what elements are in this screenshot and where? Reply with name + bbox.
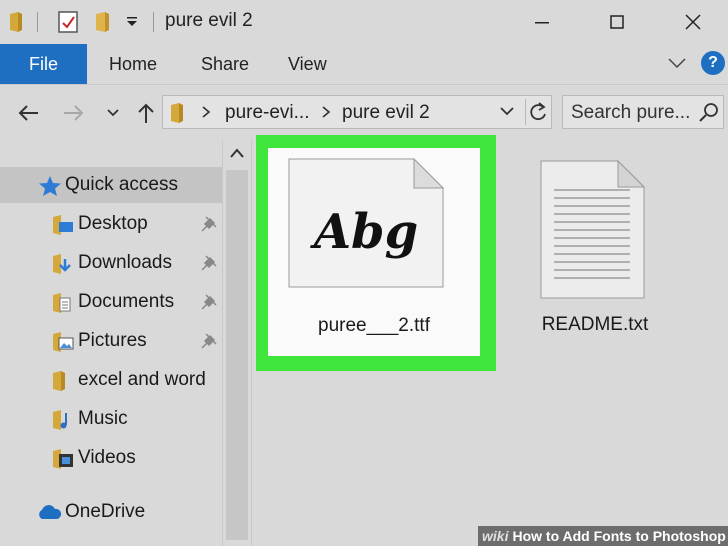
watermark-banner: wiki How to Add Fonts to Photoshop: [478, 526, 728, 546]
music-folder-icon: [51, 409, 73, 430]
navigation-pane: Quick access Desktop Downloads Documents: [0, 140, 222, 546]
breadcrumb-chevron-icon: [321, 105, 331, 124]
refresh-icon[interactable]: [525, 99, 550, 125]
sidebar-item-label: Downloads: [78, 252, 172, 273]
new-folder-icon[interactable]: [90, 9, 116, 35]
divider: [37, 12, 38, 32]
search-placeholder: Search pure...: [571, 102, 691, 123]
folder-icon: [169, 102, 185, 129]
breadcrumb-item[interactable]: pure evil 2: [342, 102, 430, 124]
search-icon[interactable]: [699, 102, 719, 127]
sidebar-item-label: Pictures: [78, 330, 147, 351]
videos-folder-icon: [51, 448, 73, 469]
tab-home[interactable]: Home: [109, 44, 157, 84]
sidebar-item-onedrive[interactable]: OneDrive: [0, 494, 222, 530]
tab-view[interactable]: View: [288, 44, 327, 84]
tab-share[interactable]: Share: [201, 44, 249, 84]
sidebar-item-label: Music: [78, 408, 128, 429]
sidebar-item-quick-access[interactable]: Quick access: [0, 167, 222, 203]
window-title: pure evil 2: [165, 10, 253, 31]
forward-arrow-icon[interactable]: [60, 99, 88, 127]
maximize-button[interactable]: [597, 8, 637, 36]
scrollbar-thumb[interactable]: [226, 170, 248, 540]
pin-icon[interactable]: [200, 293, 218, 311]
file-item-font[interactable]: Abg puree___2.ttf: [268, 148, 480, 356]
help-button[interactable]: ?: [701, 51, 725, 75]
folder-icon[interactable]: [4, 9, 28, 35]
recent-locations-chevron-icon[interactable]: [104, 99, 122, 127]
watermark-text: How to Add Fonts to Photoshop: [512, 528, 726, 544]
back-arrow-icon[interactable]: [14, 99, 42, 127]
sidebar-item-label: OneDrive: [65, 501, 146, 522]
sidebar-item-label: Videos: [78, 447, 136, 468]
file-name: README.txt: [541, 314, 649, 335]
divider: [153, 12, 154, 32]
sidebar-item-label: Desktop: [78, 213, 148, 234]
text-file-icon: [540, 159, 646, 305]
sidebar-item-downloads[interactable]: Downloads: [0, 245, 222, 281]
properties-icon[interactable]: [54, 9, 82, 35]
sidebar-item-documents[interactable]: Documents: [0, 284, 222, 320]
address-bar[interactable]: pure-evi... pure evil 2: [162, 95, 552, 129]
pin-icon[interactable]: [200, 332, 218, 350]
breadcrumb-item[interactable]: pure-evi...: [225, 102, 309, 124]
scroll-up-icon[interactable]: [229, 146, 245, 164]
close-button[interactable]: [673, 8, 713, 36]
sidebar-item-pictures[interactable]: Pictures: [0, 323, 222, 359]
star-icon: [38, 175, 61, 196]
search-input[interactable]: Search pure...: [562, 95, 724, 129]
sidebar-item-videos[interactable]: Videos: [0, 440, 222, 476]
font-file-icon: Abg: [288, 157, 445, 293]
downloads-folder-icon: [51, 253, 73, 274]
sidebar-item-music[interactable]: Music: [0, 401, 222, 437]
pin-icon[interactable]: [200, 254, 218, 272]
desktop-folder-icon: [51, 214, 73, 235]
documents-folder-icon: [51, 292, 73, 313]
sidebar-item-label: Documents: [78, 291, 175, 312]
pictures-folder-icon: [51, 331, 74, 352]
title-bar: pure evil 2: [0, 0, 728, 44]
up-arrow-icon[interactable]: [134, 99, 158, 127]
brand-logo: wiki: [482, 528, 509, 544]
font-preview-glyphs: Abg: [310, 204, 418, 260]
address-dropdown-icon[interactable]: [499, 105, 515, 123]
sidebar-item-label: Quick access: [65, 174, 178, 195]
file-item-readme[interactable]: README.txt: [530, 150, 660, 340]
sidebar-item-excel-and-word[interactable]: excel and word: [0, 362, 222, 398]
cloud-icon: [36, 502, 62, 522]
breadcrumb-chevron-icon: [201, 105, 211, 124]
ribbon: File Home Share View ?: [0, 44, 728, 84]
file-name: puree___2.ttf: [318, 315, 430, 336]
address-row: pure-evi... pure evil 2 Search pure...: [0, 84, 728, 141]
sidebar-item-desktop[interactable]: Desktop: [0, 206, 222, 242]
folder-icon: [51, 370, 73, 391]
expand-ribbon-icon[interactable]: [667, 56, 687, 75]
pin-icon[interactable]: [200, 215, 218, 233]
minimize-button[interactable]: [522, 8, 562, 36]
file-tab[interactable]: File: [0, 44, 87, 84]
customize-toolbar-dropdown-icon[interactable]: [122, 9, 142, 35]
navigation-scrollbar[interactable]: [222, 140, 252, 546]
sidebar-item-label: excel and word: [78, 369, 206, 390]
